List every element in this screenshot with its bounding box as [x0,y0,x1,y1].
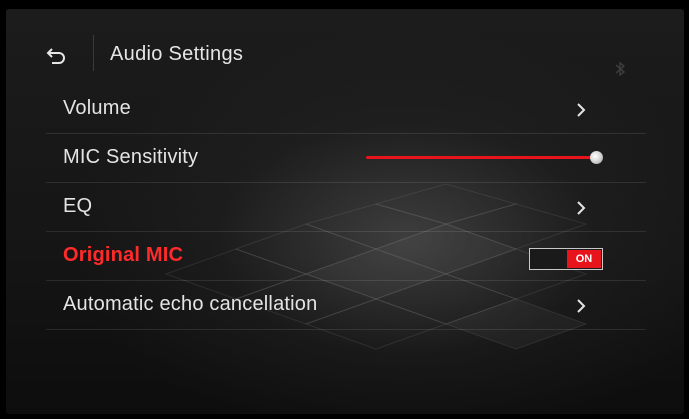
menu-item-label: EQ [63,195,93,217]
original-mic-toggle[interactable]: ON [529,248,603,270]
screen: Audio Settings Volume MIC Sensitivity EQ… [6,9,684,414]
menu-item-volume[interactable]: Volume [46,85,646,134]
toggle-on-label: ON [567,250,601,268]
chevron-right-icon [577,299,586,313]
chevron-right-icon [577,201,586,215]
menu-item-label: Automatic echo cancellation [63,293,318,315]
menu-item-label: MIC Sensitivity [63,146,199,168]
menu-item-original-mic[interactable]: Original MIC ON [46,232,646,281]
bluetooth-icon [615,61,626,77]
chevron-right-icon [577,103,586,117]
back-arrow-icon [46,48,65,64]
device-frame: Audio Settings Volume MIC Sensitivity EQ… [0,0,689,419]
slider-thumb[interactable] [590,151,603,164]
back-button[interactable] [42,41,72,69]
page-title: Audio Settings [110,43,244,65]
menu-item-eq[interactable]: EQ [46,183,646,232]
menu-item-mic-sensitivity[interactable]: MIC Sensitivity [46,134,646,183]
header-divider [93,35,94,71]
menu-item-echo-cancellation[interactable]: Automatic echo cancellation [46,281,646,330]
header-bar: Audio Settings [6,31,684,77]
mic-sensitivity-slider[interactable] [366,151,603,164]
slider-fill [366,156,596,159]
menu-item-label: Original MIC [63,244,184,266]
menu-item-label: Volume [63,97,131,119]
settings-list: Volume MIC Sensitivity EQ Original MIC O… [46,85,646,330]
